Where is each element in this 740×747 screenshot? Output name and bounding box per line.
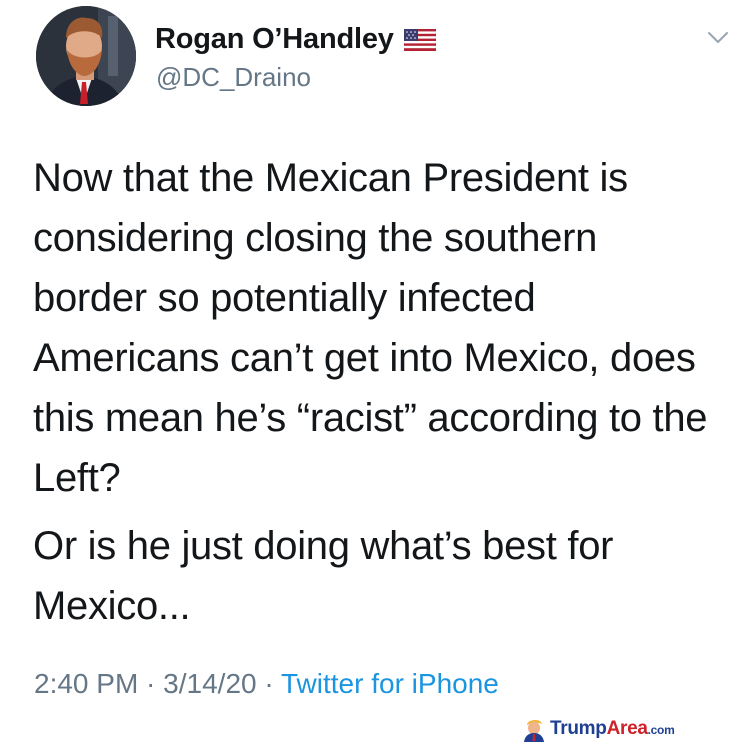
- tweet-paragraph: Or is he just doing what’s best for Mexi…: [33, 524, 614, 628]
- author-name-row: Rogan O’Handley: [155, 22, 437, 56]
- user-handle[interactable]: @DC_Draino: [156, 62, 311, 93]
- meta-separator: ·: [138, 668, 164, 699]
- tweet-meta: 2:40 PM · 3/14/20 · Twitter for iPhone: [34, 668, 499, 700]
- tweet-source-link[interactable]: Twitter for iPhone: [281, 668, 499, 699]
- avatar[interactable]: [36, 6, 136, 106]
- tweet-card: Rogan O’Handley @DC_Draino Now that the …: [0, 0, 740, 745]
- trump-head-logo-icon: [522, 716, 546, 742]
- watermark-text: TrumpArea.com: [550, 718, 675, 739]
- tweet-text: Now that the Mexican President is consid…: [33, 148, 738, 636]
- tweet-time[interactable]: 2:40 PM: [34, 668, 138, 699]
- tweet-date[interactable]: 3/14/20: [163, 668, 256, 699]
- avatar-photo-icon: [36, 6, 136, 106]
- display-name[interactable]: Rogan O’Handley: [155, 23, 394, 56]
- us-flag-icon: [403, 28, 437, 52]
- meta-separator: ·: [256, 668, 281, 699]
- chevron-down-icon[interactable]: [706, 30, 730, 46]
- tweet-paragraph: Now that the Mexican President is consid…: [33, 156, 708, 500]
- watermark: TrumpArea.com: [522, 716, 675, 742]
